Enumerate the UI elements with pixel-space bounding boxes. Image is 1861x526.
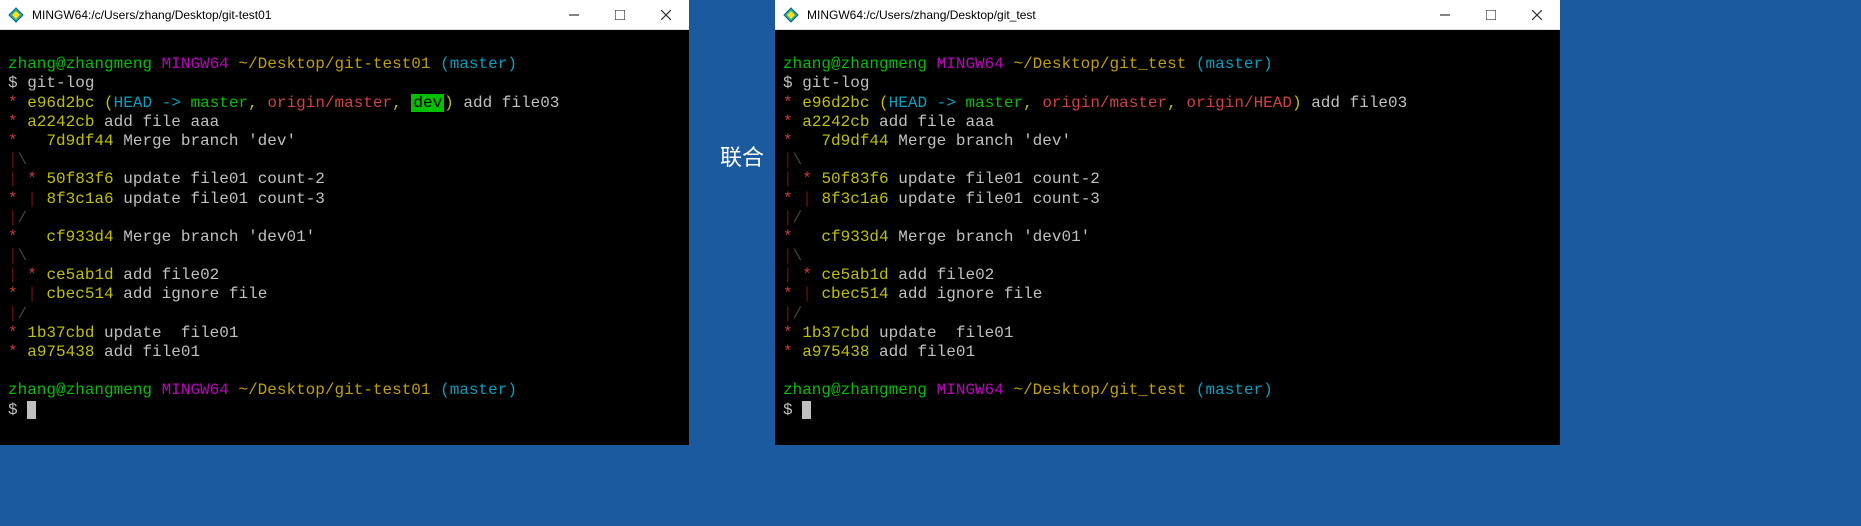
close-button[interactable] bbox=[1514, 0, 1560, 30]
app-icon bbox=[783, 7, 799, 23]
prompt-branch: (master) bbox=[1196, 55, 1273, 73]
commit-hash: cf933d4 bbox=[821, 228, 888, 246]
cursor bbox=[27, 401, 36, 419]
ref-origin-head: origin/HEAD bbox=[1186, 94, 1292, 112]
prompt-path: ~/Desktop/git-test01 bbox=[238, 55, 430, 73]
commit-msg: Merge branch 'dev01' bbox=[898, 228, 1090, 246]
commit-msg: add file aaa bbox=[879, 113, 994, 131]
prompt-shell: MINGW64 bbox=[937, 55, 1004, 73]
prompt-shell: MINGW64 bbox=[937, 381, 1004, 399]
commit-msg: add file01 bbox=[104, 343, 200, 361]
ref-arrow: -> bbox=[937, 94, 956, 112]
prompt-dollar: $ bbox=[8, 401, 27, 419]
prompt-path: ~/Desktop/git-test01 bbox=[238, 381, 430, 399]
terminal-window-right: MINGW64:/c/Users/zhang/Desktop/git_test … bbox=[775, 0, 1560, 445]
commit-msg: add file03 bbox=[1311, 94, 1407, 112]
commit-hash: 8f3c1a6 bbox=[821, 190, 888, 208]
titlebar[interactable]: MINGW64:/c/Users/zhang/Desktop/git-test0… bbox=[0, 0, 689, 30]
commit-hash: cf933d4 bbox=[46, 228, 113, 246]
minimize-button[interactable] bbox=[551, 0, 597, 30]
commit-hash: 7d9df44 bbox=[46, 132, 113, 150]
prompt-branch: (master) bbox=[440, 55, 517, 73]
ref-arrow: -> bbox=[162, 94, 181, 112]
commit-msg: add file aaa bbox=[104, 113, 219, 131]
prompt-shell: MINGW64 bbox=[162, 55, 229, 73]
commit-hash: 8f3c1a6 bbox=[46, 190, 113, 208]
ref-origin: origin/master bbox=[267, 94, 392, 112]
prompt-user: zhang@zhangmeng bbox=[8, 55, 152, 73]
maximize-button[interactable] bbox=[1468, 0, 1514, 30]
app-icon bbox=[8, 7, 24, 23]
commit-msg: Merge branch 'dev01' bbox=[123, 228, 315, 246]
commit-hash: ce5ab1d bbox=[821, 266, 888, 284]
prompt-path: ~/Desktop/git_test bbox=[1013, 381, 1186, 399]
titlebar[interactable]: MINGW64:/c/Users/zhang/Desktop/git_test bbox=[775, 0, 1560, 30]
prompt-dollar: $ bbox=[783, 401, 802, 419]
commit-hash: e96d2bc bbox=[27, 94, 94, 112]
ref-head: HEAD bbox=[889, 94, 927, 112]
prompt-path: ~/Desktop/git_test bbox=[1013, 55, 1186, 73]
command-line: $ git-log bbox=[8, 74, 94, 92]
prompt-branch: (master) bbox=[1196, 381, 1273, 399]
terminal-window-left: MINGW64:/c/Users/zhang/Desktop/git-test0… bbox=[0, 0, 689, 445]
commit-hash: a2242cb bbox=[802, 113, 869, 131]
terminal-body[interactable]: zhang@zhangmeng MINGW64 ~/Desktop/git-te… bbox=[0, 30, 689, 445]
commit-msg: update file01 count-2 bbox=[898, 170, 1100, 188]
commit-msg: add file01 bbox=[879, 343, 975, 361]
commit-hash: 50f83f6 bbox=[46, 170, 113, 188]
commit-hash: a975438 bbox=[802, 343, 869, 361]
commit-msg: update file01 count-2 bbox=[123, 170, 325, 188]
prompt-user: zhang@zhangmeng bbox=[783, 55, 927, 73]
commit-hash: 1b37cbd bbox=[802, 324, 869, 342]
prompt-user: zhang@zhangmeng bbox=[8, 381, 152, 399]
commit-hash: ce5ab1d bbox=[46, 266, 113, 284]
prompt-branch: (master) bbox=[440, 381, 517, 399]
commit-msg: update file01 bbox=[879, 324, 1013, 342]
commit-msg: add ignore file bbox=[123, 285, 267, 303]
commit-hash: a975438 bbox=[27, 343, 94, 361]
minimize-button[interactable] bbox=[1422, 0, 1468, 30]
prompt-user: zhang@zhangmeng bbox=[783, 381, 927, 399]
command-line: $ git-log bbox=[783, 74, 869, 92]
commit-msg: update file01 count-3 bbox=[898, 190, 1100, 208]
commit-msg: Merge branch 'dev' bbox=[898, 132, 1071, 150]
window-title: MINGW64:/c/Users/zhang/Desktop/git_test bbox=[807, 8, 1422, 22]
commit-msg: add file02 bbox=[898, 266, 994, 284]
commit-msg: add file03 bbox=[463, 94, 559, 112]
center-label: 联合 bbox=[720, 140, 764, 172]
ref-head: HEAD bbox=[114, 94, 152, 112]
commit-msg: update file01 count-3 bbox=[123, 190, 325, 208]
ref-master: master bbox=[965, 94, 1023, 112]
commit-hash: 1b37cbd bbox=[27, 324, 94, 342]
commit-msg: Merge branch 'dev' bbox=[123, 132, 296, 150]
commit-hash: cbec514 bbox=[46, 285, 113, 303]
commit-hash: 7d9df44 bbox=[821, 132, 888, 150]
commit-msg: add ignore file bbox=[898, 285, 1042, 303]
ref-master: master bbox=[190, 94, 248, 112]
commit-hash: a2242cb bbox=[27, 113, 94, 131]
maximize-button[interactable] bbox=[597, 0, 643, 30]
ref-dev: dev bbox=[411, 94, 444, 112]
commit-hash: cbec514 bbox=[821, 285, 888, 303]
commit-msg: add file02 bbox=[123, 266, 219, 284]
ref-origin: origin/master bbox=[1042, 94, 1167, 112]
commit-hash: e96d2bc bbox=[802, 94, 869, 112]
commit-hash: 50f83f6 bbox=[821, 170, 888, 188]
window-title: MINGW64:/c/Users/zhang/Desktop/git-test0… bbox=[32, 8, 551, 22]
commit-msg: update file01 bbox=[104, 324, 238, 342]
terminal-body[interactable]: zhang@zhangmeng MINGW64 ~/Desktop/git_te… bbox=[775, 30, 1560, 445]
close-button[interactable] bbox=[643, 0, 689, 30]
prompt-shell: MINGW64 bbox=[162, 381, 229, 399]
cursor bbox=[802, 401, 811, 419]
